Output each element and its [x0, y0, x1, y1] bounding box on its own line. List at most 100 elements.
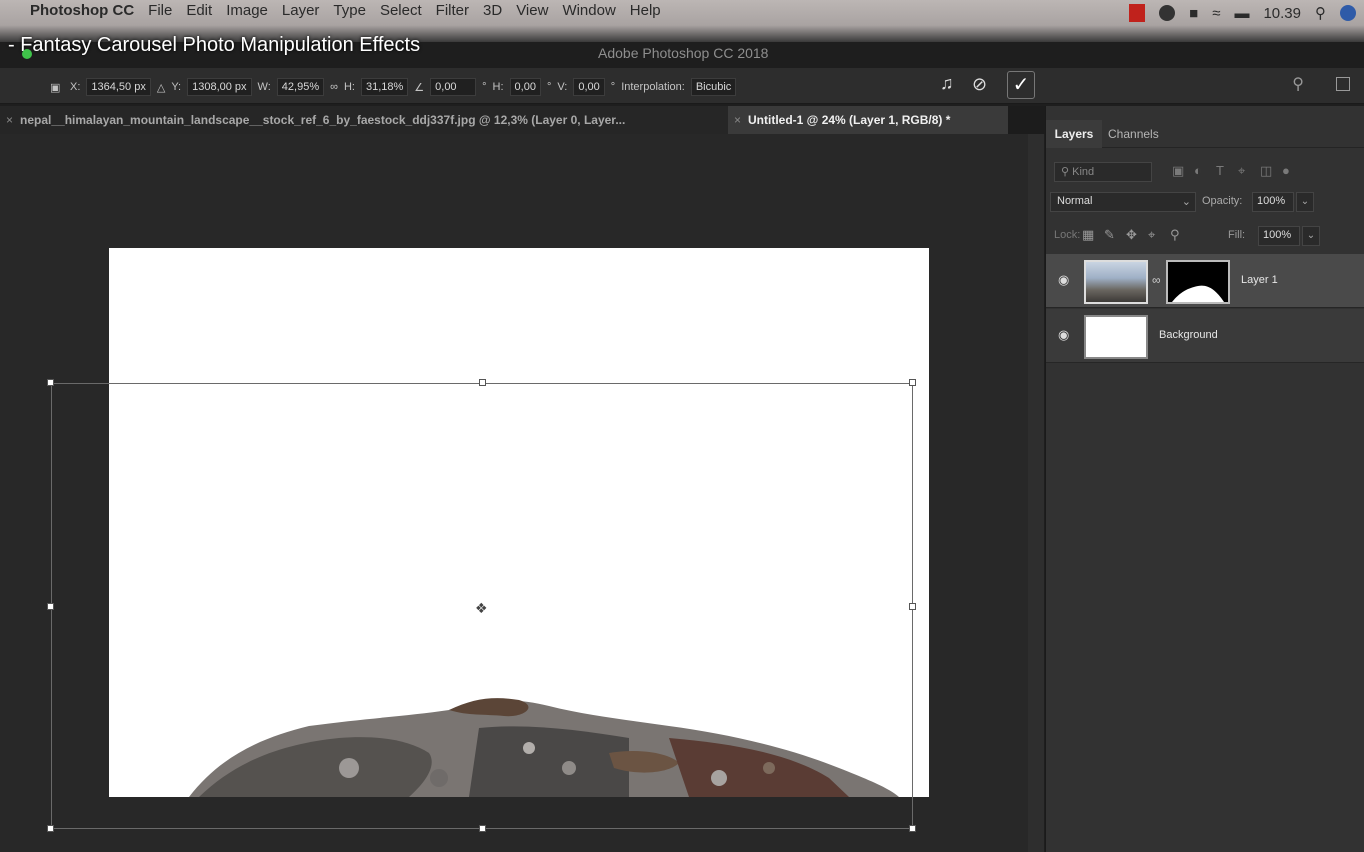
status-area: ■ ≈ ▬ 10.39 ⚲ — [1129, 4, 1356, 22]
siri-icon[interactable] — [1340, 5, 1356, 21]
menu-filter[interactable]: Filter — [436, 2, 469, 19]
menu-edit[interactable]: Edit — [186, 2, 212, 19]
workspace-switcher-icon[interactable] — [1336, 77, 1350, 91]
commit-transform-button[interactable]: ✓ — [1007, 71, 1035, 99]
close-tab-icon[interactable]: × — [734, 106, 741, 134]
spotlight-search-icon[interactable]: ⚲ — [1315, 4, 1326, 22]
wifi-icon[interactable]: ≈ — [1212, 5, 1220, 22]
menu-view[interactable]: View — [516, 2, 548, 19]
layer-thumbnail[interactable] — [1084, 260, 1148, 304]
menu-app[interactable]: Photoshop CC — [30, 2, 134, 19]
tab-nepal-document[interactable]: × nepal__himalayan_mountain_landscape__s… — [0, 106, 728, 134]
handle-bottom-right[interactable] — [909, 825, 916, 832]
layer-row-background[interactable]: ◉ Background — [1046, 309, 1364, 363]
battery-icon[interactable]: ▬ — [1234, 5, 1249, 22]
hskew-field[interactable]: 0,00 — [509, 78, 541, 96]
link-icon[interactable]: ∞ — [330, 81, 338, 93]
handle-middle-right[interactable] — [909, 603, 916, 610]
lock-artboard-icon[interactable]: ⌖ — [1148, 227, 1155, 243]
interpolation-label: Interpolation: — [621, 81, 685, 93]
hskew-label: H: — [492, 81, 504, 93]
height-field[interactable]: 31,18% — [360, 78, 409, 96]
lock-position-icon[interactable]: ✥ — [1126, 227, 1137, 243]
menu-type[interactable]: Type — [333, 2, 366, 19]
filter-toggle-icon[interactable]: ● — [1282, 163, 1290, 178]
fill-field[interactable]: 100% — [1258, 226, 1300, 246]
menu-file[interactable]: File — [148, 2, 172, 19]
handle-top-right[interactable] — [909, 379, 916, 386]
degree-sign: ° — [546, 81, 552, 93]
handle-middle-left[interactable] — [47, 603, 54, 610]
menu-3d[interactable]: 3D — [483, 2, 502, 19]
blend-mode-select[interactable]: Normal ⌄ — [1050, 192, 1196, 212]
blend-mode-value: Normal — [1057, 195, 1093, 207]
handle-top-left[interactable] — [47, 379, 54, 386]
video-overlay-title: - Fantasy Carousel Photo Manipulation Ef… — [8, 34, 421, 56]
tab-channels[interactable]: Channels — [1108, 120, 1159, 148]
adjustment-filter-icon[interactable]: ◐ — [1194, 163, 1202, 178]
delta-icon[interactable]: △ — [157, 81, 165, 94]
tab-label: Untitled-1 @ 24% (Layer 1, RGB/8) * — [748, 113, 951, 127]
lock-transparent-icon[interactable]: ▦ — [1082, 227, 1094, 243]
document-tabs: × nepal__himalayan_mountain_landscape__s… — [0, 106, 1045, 134]
reference-point-marker-icon[interactable]: ❖ — [475, 600, 488, 617]
warp-mode-icon[interactable]: ♫ — [940, 73, 954, 94]
x-label: X: — [70, 81, 81, 93]
shape-filter-icon[interactable]: ⌖ — [1238, 163, 1245, 179]
layer-mask-thumbnail[interactable] — [1166, 260, 1230, 304]
tab-untitled-1[interactable]: × Untitled-1 @ 24% (Layer 1, RGB/8) * — [728, 106, 1008, 134]
layer-name[interactable]: Layer 1 — [1241, 274, 1278, 286]
kind-filter-select[interactable]: ⚲ Kind — [1054, 162, 1152, 182]
lock-all-icon[interactable]: ⚲ — [1170, 227, 1180, 243]
notification-icon[interactable]: ■ — [1189, 5, 1198, 22]
layer-thumbnail[interactable] — [1084, 315, 1148, 359]
search-icon[interactable]: ⚲ — [1292, 74, 1304, 94]
close-tab-icon[interactable]: × — [6, 106, 13, 134]
degree-sign: ° — [610, 81, 616, 93]
lock-label: Lock: — [1054, 229, 1081, 241]
vskew-field[interactable]: 0,00 — [573, 78, 605, 96]
layer-row-layer-1[interactable]: ◉ ∞ Layer 1 — [1046, 254, 1364, 308]
angle-icon: ∠ — [414, 81, 425, 94]
fill-label: Fill: — [1228, 229, 1246, 241]
opacity-field[interactable]: 100% — [1252, 192, 1294, 212]
chevron-down-icon: ⌄ — [1181, 196, 1191, 208]
y-field[interactable]: 1308,00 px — [187, 78, 252, 96]
opacity-slider-toggle[interactable]: ⌄ — [1296, 192, 1314, 212]
transform-options: ▣ X: 1364,50 px △ Y: 1308,00 px W: 42,95… — [50, 78, 737, 96]
type-filter-icon[interactable]: T — [1216, 163, 1224, 178]
handle-top-center[interactable] — [479, 379, 486, 386]
vertical-scrollbar[interactable] — [1028, 134, 1044, 852]
handle-bottom-left[interactable] — [47, 825, 54, 832]
interpolation-select[interactable]: Bicubic — [690, 78, 737, 96]
pixel-filter-icon[interactable]: ▣ — [1172, 163, 1184, 179]
menu-window[interactable]: Window — [562, 2, 615, 19]
y-label: Y: — [171, 81, 182, 93]
window-zoom-button[interactable] — [22, 49, 32, 59]
cancel-transform-icon[interactable]: ⊘ — [972, 74, 987, 95]
menu-image[interactable]: Image — [226, 2, 268, 19]
menu-select[interactable]: Select — [380, 2, 422, 19]
width-field[interactable]: 42,95% — [276, 78, 325, 96]
visibility-eye-icon[interactable]: ◉ — [1058, 272, 1069, 288]
menu-help[interactable]: Help — [630, 2, 661, 19]
mask-shape — [1172, 285, 1224, 302]
clock[interactable]: 10.39 — [1263, 5, 1301, 22]
smart-object-filter-icon[interactable]: ◫ — [1260, 163, 1272, 179]
handle-bottom-center[interactable] — [479, 825, 486, 832]
visibility-eye-icon[interactable]: ◉ — [1058, 327, 1069, 343]
opacity-label: Opacity: — [1202, 195, 1243, 207]
layer-filter-row: ⚲ Kind ▣ ◐ T ⌖ ◫ ● — [1054, 162, 1354, 182]
fill-slider-toggle[interactable]: ⌄ — [1302, 226, 1320, 246]
lock-image-icon[interactable]: ✎ — [1104, 227, 1115, 243]
menu-items: Photoshop CC File Edit Image Layer Type … — [30, 2, 661, 19]
layer-name[interactable]: Background — [1159, 329, 1218, 341]
mask-link-icon[interactable]: ∞ — [1152, 273, 1161, 287]
menu-layer[interactable]: Layer — [282, 2, 320, 19]
reference-point-icon[interactable]: ▣ — [50, 81, 64, 94]
status-app-icon[interactable] — [1159, 5, 1176, 21]
rotation-field[interactable]: 0,00 — [430, 78, 477, 96]
tab-layers[interactable]: Layers — [1046, 120, 1102, 148]
recording-icon[interactable] — [1129, 4, 1146, 22]
x-field[interactable]: 1364,50 px — [86, 78, 151, 96]
